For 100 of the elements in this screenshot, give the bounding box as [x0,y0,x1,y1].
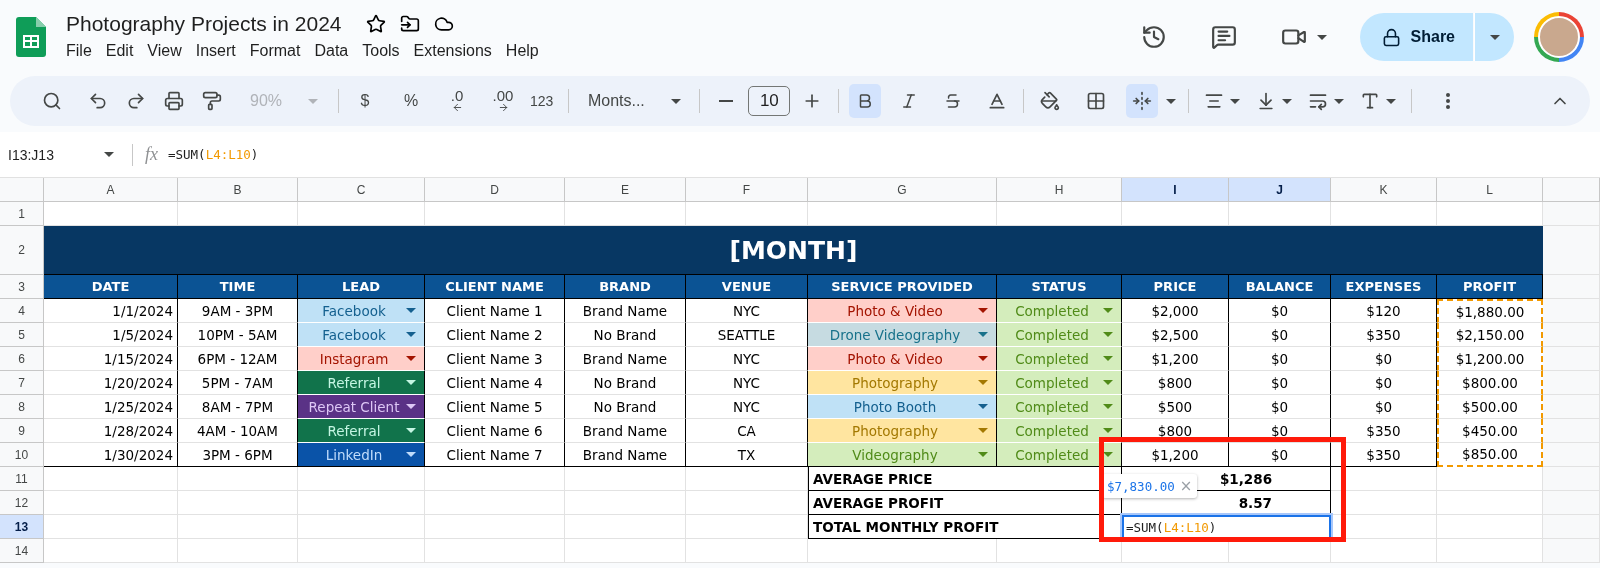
document-title[interactable]: Photography Projects in 2024 [66,12,342,36]
share-menu-button[interactable] [1474,13,1514,61]
caret-icon [1103,380,1113,385]
print-icon [164,91,184,111]
caret-icon [1103,356,1113,361]
sheet-title: [MONTH] [44,226,1543,275]
sheets-logo-icon[interactable] [16,17,46,57]
table-cell: $1,200 [1122,347,1229,371]
column-header: STATUS [997,275,1122,299]
select-all-corner[interactable] [0,178,44,202]
column-letter[interactable]: K [1331,178,1437,202]
column-header: CLIENT NAME [425,275,565,299]
text-wrap-icon [1308,91,1329,111]
arrow-left-icon [451,102,463,113]
row-number[interactable]: 3 [0,275,44,299]
table-cell: $350 [1331,323,1437,347]
decrease-decimal-button[interactable]: .0 [441,84,473,118]
move-folder-icon [399,14,420,34]
bold-button[interactable] [849,84,882,118]
caret-icon [978,428,988,433]
merge-cells-button[interactable] [1126,84,1159,118]
column-letter[interactable]: J [1229,178,1331,202]
menu-item[interactable]: Data [308,40,355,62]
menu-item[interactable]: Edit [99,40,140,62]
column-letter[interactable]: B [178,178,298,202]
formula-text: =SUM(L4:L10) [1126,519,1217,535]
menu-item[interactable]: View [141,40,188,62]
table-cell: $2,000 [1122,299,1229,323]
lead-dropdown[interactable]: Repeat Client [298,395,425,419]
table-cell: Brand Name [565,347,686,371]
row-number[interactable]: 9 [0,419,44,443]
caret-icon [978,356,988,361]
table-cell: Brand Name [565,419,686,443]
column-letter[interactable]: F [686,178,808,202]
table-cell: $800 [1122,419,1229,443]
table-cell: Client Name 6 [425,419,565,443]
lead-dropdown[interactable]: LinkedIn [298,443,425,467]
table-cell: Client Name 1 [425,299,565,323]
table-cell: $0 [1229,323,1331,347]
column-letter[interactable]: C [298,178,425,202]
column-letter[interactable]: E [565,178,686,202]
table-cell: $0 [1331,395,1437,419]
avatar[interactable] [1534,12,1584,62]
column-letter[interactable]: D [425,178,565,202]
service-dropdown[interactable]: Photo & Video [808,299,997,323]
menu-item[interactable]: Tools [356,40,406,62]
column-letter[interactable]: A [44,178,178,202]
caret-icon [406,380,416,385]
column-letter[interactable]: G [808,178,997,202]
menu-item[interactable]: Insert [189,40,242,62]
currency-button[interactable]: $ [349,84,381,118]
menu-item[interactable]: Format [243,40,307,62]
service-dropdown[interactable]: Photo Booth [808,395,997,419]
star-icon [365,14,386,34]
font-size-field[interactable]: 10 [748,86,791,116]
caret-icon [1103,452,1113,457]
table-cell: Client Name 4 [425,371,565,395]
font-dropdown[interactable]: Monts... [579,84,690,118]
caret-icon [1103,404,1113,409]
menu-item[interactable]: File [60,40,98,62]
column-letter[interactable]: I [1122,178,1229,202]
service-dropdown[interactable]: Photo & Video [808,347,997,371]
caret-icon [406,308,416,313]
arrow-right-icon [497,102,509,113]
column-letter[interactable]: L [1437,178,1543,202]
row-number[interactable]: 6 [0,347,44,371]
lead-dropdown[interactable]: Facebook [298,323,425,347]
increase-decimal-button[interactable]: .00 [487,84,519,118]
cell-editor[interactable]: =SUM(L4:L10) [1122,515,1331,539]
row-number[interactable]: 1 [0,202,44,226]
caret-icon [1282,98,1293,104]
row-number[interactable]: 12 [0,491,44,515]
cell-range: I13:J13 [8,146,54,163]
menu-item[interactable]: Extensions [407,40,498,62]
column-letter[interactable]: H [997,178,1122,202]
row-number[interactable]: 14 [0,539,44,563]
lead-dropdown[interactable]: Instagram [298,347,425,371]
table-cell: $0 [1331,347,1437,371]
name-box[interactable]: I13:J13 [8,146,120,163]
row-number[interactable]: 5 [0,323,44,347]
lead-dropdown[interactable]: Referral [298,371,425,395]
row-number[interactable]: 10 [0,443,44,467]
percent-button[interactable]: % [395,84,427,118]
service-dropdown[interactable]: Drone Videography [808,323,997,347]
search-icon [42,91,62,111]
menu-item[interactable]: Help [499,40,545,62]
row-number[interactable]: 7 [0,371,44,395]
row-number[interactable]: 2 [0,226,44,275]
caret-icon [1334,98,1345,104]
table-cell: $120 [1331,299,1437,323]
row-number[interactable]: 8 [0,395,44,419]
row-number[interactable]: 11 [0,467,44,491]
number-format-button[interactable]: 123 [525,84,559,118]
row-number[interactable]: 13 [0,515,44,539]
row-number[interactable]: 4 [0,299,44,323]
formula-input[interactable]: =SUM(L4:L10) [168,147,259,162]
lead-dropdown[interactable]: Facebook [298,299,425,323]
share-button[interactable]: Share [1359,13,1473,61]
lock-icon [1381,27,1401,47]
lead-dropdown[interactable]: Referral [298,419,425,443]
